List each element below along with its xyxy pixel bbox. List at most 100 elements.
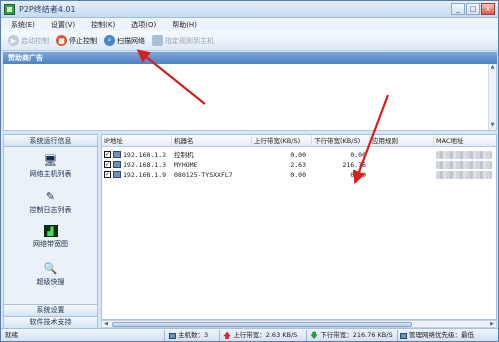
sidebar-header-system-info[interactable]: 系统运行信息 (4, 135, 97, 147)
status-bar: 就绪 主机数：3 🡅 上行带宽：2.63 KB/S 🡇 下行带宽：216.76 … (1, 328, 498, 341)
table-header: IP地址 机器名 上行带宽(KB/S) 下行带宽(KB/S) 应用规则 MAC地… (102, 135, 496, 147)
sidebar-item-super-search[interactable]: 🔍 超级快搜 (4, 261, 97, 287)
scroll-down-icon[interactable]: ▼ (489, 122, 496, 130)
upload-arrow-icon: 🡅 (223, 331, 232, 340)
download-arrow-icon: 🡇 (310, 331, 319, 340)
cell-download: 0.00 (350, 151, 366, 159)
magnifier-icon: ⌕ (104, 35, 115, 46)
start-control-button[interactable]: ▶ 启动控制 (6, 33, 51, 49)
download-text: 下行带宽：216.76 KB/S (320, 331, 393, 339)
cell-upload: 0.00 (290, 171, 306, 179)
window-title: P2P终结者4.01 (19, 5, 76, 14)
cell-machine-name: 080125-TYSXXFL7 (174, 171, 233, 179)
status-divider (219, 330, 220, 341)
app-logo-icon (4, 4, 15, 15)
column-rule[interactable]: 应用规则 (370, 135, 434, 147)
app-window: P2P终结者4.01 _ □ x 系统(E) 设置(V) 控制(K) 选项(O)… (0, 0, 499, 342)
mac-redacted (436, 161, 492, 169)
stop-icon: ■ (56, 35, 67, 46)
column-mac[interactable]: MAC地址 (434, 135, 496, 147)
sidebar-item-label: 控制日志列表 (29, 206, 72, 214)
sidebar-item-log-list[interactable]: ✎ 控制日志列表 (4, 189, 97, 215)
priority-text: 管理网络优先级：最低 (409, 331, 474, 339)
sidebar-item-bandwidth-chart[interactable]: ▟ 网络带宽图 (4, 225, 97, 249)
cell-download: 0.00 (350, 171, 366, 179)
cell-upload: 0.00 (290, 151, 306, 159)
assign-rule-label: 指定规则到主机 (165, 36, 214, 45)
start-control-label: 启动控制 (21, 36, 49, 45)
sidebar: 系统运行信息 🖥 网络主机列表 ✎ 控制日志列表 ▟ 网络带宽图 🔍 超级快搜 … (3, 134, 98, 329)
menu-help[interactable]: 帮助(H) (172, 20, 197, 30)
table-row[interactable]: ✓ 192.168.1.9 080125-TYSXXFL7 0.00 0.00 (102, 170, 496, 180)
stop-control-label: 停止控制 (69, 36, 97, 45)
sidebar-item-host-list[interactable]: 🖥 网络主机列表 (4, 153, 97, 179)
sponsor-header: 赞助商广告 (3, 52, 497, 64)
menu-options[interactable]: 选项(O) (131, 20, 156, 30)
assign-rule-button[interactable]: 指定规则到主机 (150, 33, 216, 49)
sponsor-scrollbar[interactable]: ▲ ▼ (488, 64, 496, 130)
column-machine-name[interactable]: 机器名 (172, 135, 252, 147)
sidebar-item-label: 超级快搜 (36, 278, 65, 286)
sidebar-item-label: 网络带宽图 (33, 240, 68, 248)
cell-upload: 2.63 (290, 161, 306, 169)
mac-redacted (436, 171, 492, 179)
upload-text: 上行带宽：2.63 KB/S (233, 331, 298, 339)
cell-machine-name: MYHOME (174, 161, 198, 169)
minimize-button[interactable]: _ (451, 3, 465, 15)
scroll-right-icon[interactable]: ▶ (488, 321, 496, 327)
menu-settings[interactable]: 设置(V) (51, 20, 75, 30)
start-icon: ▶ (8, 35, 19, 46)
scrollbar-thumb[interactable] (112, 322, 412, 327)
status-divider (164, 330, 165, 341)
super-search-icon: 🔍 (43, 261, 58, 275)
toolbar: ▶ 启动控制 ■ 停止控制 ⌕ 扫描网络 指定规则到主机 (1, 31, 498, 51)
column-download[interactable]: 下行带宽(KB/S) (312, 135, 370, 147)
status-priority: 管理网络优先级：最低 (400, 331, 474, 340)
column-upload[interactable]: 上行带宽(KB/S) (252, 135, 312, 147)
close-button[interactable]: x (481, 3, 495, 15)
table-row[interactable]: ✓ 192.168.1.2 控制机 0.00 0.00 (102, 150, 496, 160)
row-checkbox[interactable]: ✓ (104, 171, 111, 178)
status-ready: 就绪 (5, 331, 18, 339)
network-priority-icon (400, 332, 407, 339)
cell-ip: 192.168.1.3 (123, 161, 167, 169)
host-list-icon: 🖥 (43, 153, 58, 167)
window-controls: _ □ x (451, 3, 495, 15)
scan-network-button[interactable]: ⌕ 扫描网络 (102, 33, 147, 49)
scan-network-label: 扫描网络 (117, 36, 145, 45)
rule-icon (152, 35, 163, 46)
sidebar-item-label: 网络主机列表 (29, 170, 72, 178)
host-table: IP地址 机器名 上行带宽(KB/S) 下行带宽(KB/S) 应用规则 MAC地… (101, 134, 497, 320)
column-ip[interactable]: IP地址 (102, 135, 172, 147)
cell-machine-name: 控制机 (174, 151, 194, 159)
status-divider (397, 330, 398, 341)
status-divider (306, 330, 307, 341)
cell-ip: 192.168.1.9 (123, 171, 167, 179)
stop-control-button[interactable]: ■ 停止控制 (54, 33, 99, 49)
computer-icon (113, 151, 121, 158)
log-list-icon: ✎ (45, 189, 56, 203)
menu-bar: 系统(E) 设置(V) 控制(K) 选项(O) 帮助(H) (1, 18, 498, 31)
computer-icon (113, 171, 121, 178)
maximize-button[interactable]: □ (466, 3, 480, 15)
sidebar-system-settings[interactable]: 系统设置 (4, 304, 97, 316)
computer-icon (169, 332, 176, 339)
row-checkbox[interactable]: ✓ (104, 151, 111, 158)
scroll-left-icon[interactable]: ◀ (102, 321, 110, 327)
table-horizontal-scrollbar[interactable]: ◀ ▶ (101, 320, 497, 328)
scroll-up-icon[interactable]: ▲ (489, 64, 496, 72)
sponsor-panel: ▲ ▼ (3, 64, 497, 131)
table-row[interactable]: ✓ 192.168.1.3 MYHOME 2.63 216.76 (102, 160, 496, 170)
mac-redacted (436, 151, 492, 159)
title-bar: P2P终结者4.01 _ □ x (1, 1, 498, 18)
status-download: 🡇 下行带宽：216.76 KB/S (310, 331, 393, 340)
cell-download: 216.76 (342, 161, 366, 169)
status-host-count: 主机数：3 (169, 331, 208, 340)
sidebar-tech-support[interactable]: 软件技术支持 (4, 316, 97, 328)
menu-system[interactable]: 系统(E) (11, 20, 35, 30)
status-upload: 🡅 上行带宽：2.63 KB/S (223, 331, 297, 340)
menu-control[interactable]: 控制(K) (91, 20, 115, 30)
computer-icon (113, 161, 121, 168)
bandwidth-chart-icon: ▟ (43, 225, 58, 237)
row-checkbox[interactable]: ✓ (104, 161, 111, 168)
